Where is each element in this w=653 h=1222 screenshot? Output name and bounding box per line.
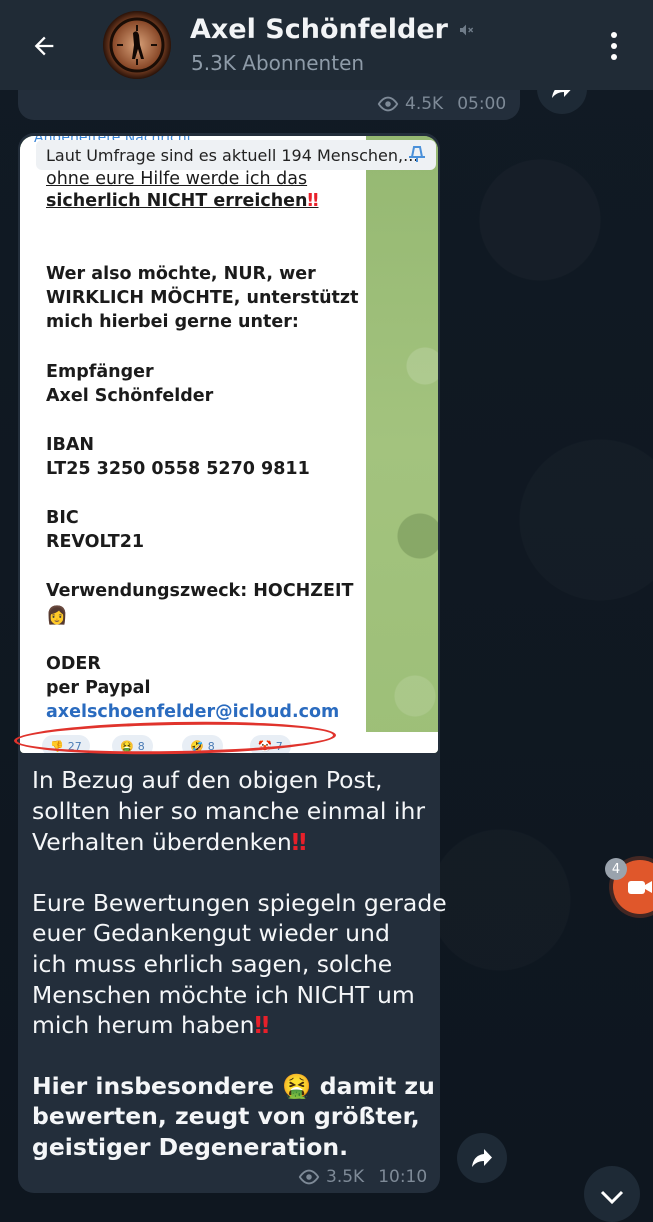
doc-line: Wer also möchte, NUR, wer <box>46 264 316 284</box>
camera-badge: 4 <box>605 858 627 880</box>
scroll-down-button[interactable] <box>584 1166 640 1222</box>
doc-line: LT25 3250 0558 5270 9811 <box>46 459 310 479</box>
double-exclamation-icon: ‼ <box>254 1011 270 1039</box>
doc-line: REVOLT21 <box>46 532 145 552</box>
subscriber-count: 5.3K Abonnenten <box>191 51 365 75</box>
message-text-segment: Verhalten überdenken <box>32 828 292 856</box>
woman-emoji-icon: 👩 <box>46 606 68 626</box>
eye-icon <box>298 1169 320 1185</box>
double-exclamation-icon: ‼ <box>307 191 319 211</box>
chat-header: Axel Schönfelder 5.3K Abonnenten <box>0 0 653 90</box>
avatar-image <box>103 11 171 79</box>
doc-line: Empfänger <box>46 362 154 382</box>
view-count: 4.5K <box>405 94 444 114</box>
back-button[interactable] <box>22 24 66 68</box>
previous-message-meta: 4.5K 05:00 <box>377 94 506 114</box>
video-camera-icon <box>628 881 652 894</box>
message-text-segment: damit zu <box>319 1072 435 1100</box>
menu-dot <box>611 43 617 49</box>
message-text-line: Menschen möchte ich NICHT um <box>32 981 415 1009</box>
message-photo[interactable]: Angeheftete Nachricht ohne eure Hilfe we… <box>20 136 438 753</box>
menu-dot <box>611 54 617 60</box>
message-time: 05:00 <box>457 94 507 114</box>
message-text-line: sollten hier so manche einmal ihr <box>32 797 426 825</box>
muted-speaker-icon <box>460 24 474 35</box>
pin-icon <box>409 146 425 162</box>
double-exclamation-icon: ‼ <box>291 828 307 856</box>
channel-name: Axel Schönfelder <box>190 14 448 45</box>
doc-line: WIRKLICH MÖCHTE, unterstützt <box>46 288 359 308</box>
arrow-left-icon <box>34 36 54 56</box>
doc-line: per Paypal <box>46 678 151 698</box>
message-text-segment: Hier insbesondere <box>32 1072 275 1100</box>
doc-line: sicherlich NICHT erreichen‼ <box>46 191 319 211</box>
message-text-line: Verhalten überdenken‼ <box>32 827 306 858</box>
message-text-line: bewerten, zeugt von größter, <box>32 1102 420 1130</box>
pinned-preview: Laut Umfrage sind es aktuell 194 Mensche… <box>46 145 419 165</box>
doc-line: ohne eure Hilfe werde ich das <box>46 169 308 189</box>
doc-line: IBAN <box>46 435 95 455</box>
message-text-segment: mich herum haben <box>32 1011 255 1039</box>
pinned-message-bar: Laut Umfrage sind es aktuell 194 Mensche… <box>36 140 436 170</box>
doc-line: Axel Schönfelder <box>46 386 214 406</box>
message-text-line: ich muss ehrlich sagen, solche <box>32 950 393 978</box>
doc-line: BIC <box>46 508 79 528</box>
forward-icon <box>472 1149 492 1167</box>
view-count: 3.5K <box>326 1167 365 1187</box>
channel-title[interactable]: Axel Schönfelder <box>190 14 474 45</box>
message-meta: 3.5K 10:10 <box>298 1167 427 1187</box>
message-text-line: mich herum haben‼ <box>32 1010 269 1041</box>
vomit-face-icon: 🤮 <box>282 1072 312 1100</box>
message-time: 10:10 <box>378 1167 428 1187</box>
message-text-line: In Bezug auf den obigen Post, <box>32 766 383 794</box>
more-menu-button[interactable] <box>596 26 632 66</box>
doc-line: Verwendungszweck: HOCHZEIT <box>46 581 354 601</box>
message-text-line: geistiger Degeneration. <box>32 1133 349 1161</box>
paypal-email-link: axelschoenfelder@icloud.com <box>46 702 340 722</box>
doc-line: mich hierbei gerne unter: <box>46 312 299 332</box>
eye-icon <box>377 96 399 112</box>
message-text-line: Eure Bewertungen spiegeln gerade <box>32 889 447 917</box>
screenshot-document: Angeheftete Nachricht ohne eure Hilfe we… <box>20 136 366 734</box>
doc-line-text: sicherlich NICHT erreichen <box>46 191 308 211</box>
message-text-line: euer Gedankengut wieder und <box>32 919 390 947</box>
avatar[interactable] <box>103 11 171 79</box>
message-text-line: Hier insbesondere 🤮 damit zu <box>32 1071 435 1102</box>
chevron-down-icon <box>600 1190 624 1205</box>
share-button[interactable] <box>457 1133 507 1183</box>
doc-line: ODER <box>46 654 101 674</box>
more-vertical-icon <box>611 32 617 38</box>
